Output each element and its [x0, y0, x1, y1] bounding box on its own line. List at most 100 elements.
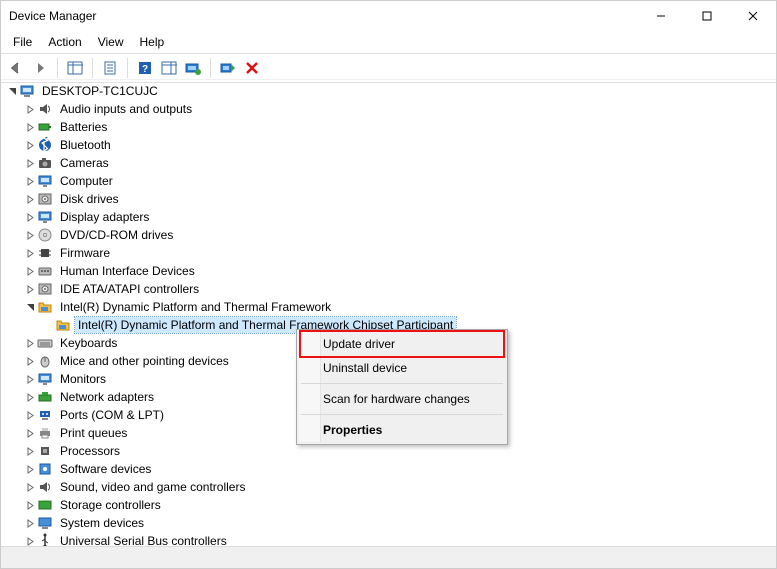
context-menu-separator — [301, 383, 503, 384]
expand-icon[interactable] — [23, 480, 37, 494]
ctx-update-driver[interactable]: Update driver — [299, 330, 505, 358]
category-audio[interactable]: Audio inputs and outputs — [3, 100, 776, 118]
toolbar-separator — [127, 58, 128, 78]
expand-icon[interactable] — [23, 372, 37, 386]
menu-action[interactable]: Action — [40, 33, 89, 51]
category-diskdrives[interactable]: Disk drives — [3, 190, 776, 208]
category-hid[interactable]: Human Interface Devices — [3, 262, 776, 280]
status-bar — [1, 546, 776, 568]
ctx-scan-hardware[interactable]: Scan for hardware changes — [299, 387, 505, 411]
category-computer[interactable]: Computer — [3, 172, 776, 190]
minimize-button[interactable] — [638, 1, 684, 31]
category-dvd[interactable]: DVD/CD-ROM drives — [3, 226, 776, 244]
title-bar: Device Manager — [1, 1, 776, 31]
category-bluetooth[interactable]: Bluetooth — [3, 136, 776, 154]
bluetooth-icon — [37, 137, 53, 153]
system-icon — [37, 515, 53, 531]
network-icon — [37, 389, 53, 405]
scan-hardware-button[interactable] — [217, 57, 239, 79]
expand-icon[interactable] — [23, 462, 37, 476]
camera-icon — [37, 155, 53, 171]
menu-view[interactable]: View — [90, 33, 132, 51]
expand-icon[interactable] — [23, 120, 37, 134]
category-usb[interactable]: Universal Serial Bus controllers — [3, 532, 776, 546]
svg-text:?: ? — [142, 64, 148, 75]
nav-forward-button[interactable] — [29, 57, 51, 79]
ctx-properties[interactable]: Properties — [299, 418, 505, 442]
toolbar-separator — [57, 58, 58, 78]
expand-icon[interactable] — [23, 498, 37, 512]
category-sound[interactable]: Sound, video and game controllers — [3, 478, 776, 496]
expand-icon[interactable] — [23, 156, 37, 170]
category-software[interactable]: Software devices — [3, 460, 776, 478]
window-title: Device Manager — [9, 9, 638, 23]
device-tree: DESKTOP-TC1CUJCAudio inputs and outputsB… — [1, 80, 776, 546]
category-firmware[interactable]: Firmware — [3, 244, 776, 262]
ctx-uninstall-device[interactable]: Uninstall device — [299, 356, 505, 380]
monitor-icon — [37, 371, 53, 387]
expand-icon[interactable] — [23, 138, 37, 152]
expand-icon[interactable] — [23, 192, 37, 206]
action-list-button[interactable] — [158, 57, 180, 79]
uninstall-device-button[interactable] — [241, 57, 263, 79]
folder-icon — [55, 317, 71, 333]
tree-node-label: System devices — [57, 515, 147, 531]
category-batteries[interactable]: Batteries — [3, 118, 776, 136]
expand-icon[interactable] — [23, 426, 37, 440]
keyboard-icon — [37, 335, 53, 351]
expand-icon[interactable] — [23, 444, 37, 458]
expand-icon[interactable] — [23, 228, 37, 242]
expand-icon[interactable] — [23, 264, 37, 278]
properties-button[interactable] — [99, 57, 121, 79]
monitor-icon — [37, 173, 53, 189]
expand-icon[interactable] — [23, 408, 37, 422]
update-driver-button[interactable] — [182, 57, 204, 79]
expand-icon[interactable] — [23, 102, 37, 116]
tree-node-label: Network adapters — [57, 389, 157, 405]
expand-icon[interactable] — [23, 390, 37, 404]
toolbar-separator — [92, 58, 93, 78]
tree-node-label: Software devices — [57, 461, 154, 477]
cpu-icon — [37, 443, 53, 459]
tree-node-label: DVD/CD-ROM drives — [57, 227, 176, 243]
collapse-icon[interactable] — [23, 300, 37, 314]
expand-icon[interactable] — [23, 282, 37, 296]
usb-icon — [37, 533, 53, 546]
hid-icon — [37, 263, 53, 279]
tree-node-label: Batteries — [57, 119, 110, 135]
category-ide[interactable]: IDE ATA/ATAPI controllers — [3, 280, 776, 298]
category-cameras[interactable]: Cameras — [3, 154, 776, 172]
speaker-icon — [37, 101, 53, 117]
tree-node-label: Cameras — [57, 155, 112, 171]
close-button[interactable] — [730, 1, 776, 31]
cd-icon — [37, 227, 53, 243]
tree-node-label: Firmware — [57, 245, 113, 261]
show-hide-tree-button[interactable] — [64, 57, 86, 79]
expand-icon[interactable] — [23, 174, 37, 188]
tree-root[interactable]: DESKTOP-TC1CUJC — [3, 82, 776, 100]
expand-icon[interactable] — [23, 246, 37, 260]
tree-node-label: Human Interface Devices — [57, 263, 198, 279]
category-system[interactable]: System devices — [3, 514, 776, 532]
nav-back-button[interactable] — [5, 57, 27, 79]
maximize-button[interactable] — [684, 1, 730, 31]
menu-help[interactable]: Help — [132, 33, 173, 51]
expand-icon[interactable] — [23, 336, 37, 350]
category-dptf[interactable]: Intel(R) Dynamic Platform and Thermal Fr… — [3, 298, 776, 316]
menu-file[interactable]: File — [5, 33, 40, 51]
category-display[interactable]: Display adapters — [3, 208, 776, 226]
speaker-icon — [37, 479, 53, 495]
expand-icon[interactable] — [23, 354, 37, 368]
category-storage[interactable]: Storage controllers — [3, 496, 776, 514]
collapse-icon[interactable] — [5, 84, 19, 98]
tree-node-label: Storage controllers — [57, 497, 164, 513]
expand-icon[interactable] — [23, 516, 37, 530]
battery-icon — [37, 119, 53, 135]
tree-node-label: Print queues — [57, 425, 130, 441]
expand-icon[interactable] — [23, 534, 37, 546]
device-tree-pane[interactable]: DESKTOP-TC1CUJCAudio inputs and outputsB… — [1, 79, 776, 546]
expand-icon[interactable] — [23, 210, 37, 224]
help-button[interactable]: ? — [134, 57, 156, 79]
tree-node-label: DESKTOP-TC1CUJC — [39, 83, 161, 99]
tree-node-label: Display adapters — [57, 209, 152, 225]
